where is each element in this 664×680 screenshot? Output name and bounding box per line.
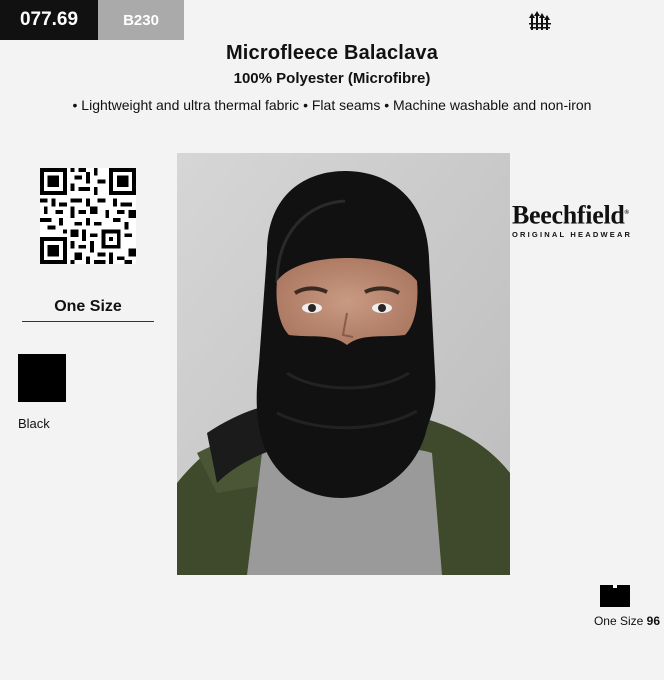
color-swatch-black [18,354,66,402]
sku-code: B230 [123,11,159,29]
qr-code-icon [40,168,136,264]
product-code-badge: 077.69 [0,0,98,40]
pack-size-label: One Size [593,614,644,628]
pack-quantity: One Size 96 [560,614,660,628]
carton-icon [600,585,630,607]
brand-name: Beechfield [512,200,625,230]
registered-mark: ® [624,210,629,216]
brand-tagline: ORIGINAL HEADWEAR [512,229,633,239]
sku-badge: B230 [98,0,184,40]
product-material: 100% Polyester (Microfibre) [233,70,431,87]
size-divider [22,321,154,322]
product-features: • Lightweight and ultra thermal fabric •… [72,97,592,113]
color-swatch-label: Black [18,416,50,431]
tree-mark-icon [529,11,551,30]
size-label: One Size [54,298,122,315]
product-code: 077.69 [19,9,79,30]
product-photo [177,153,510,575]
brand-logo: Beechfield® ORIGINAL HEADWEAR [512,200,662,239]
model-balaclava-image [177,153,510,575]
product-title: Microfleece Balaclava [225,42,439,64]
pack-count: 96 [646,614,660,628]
